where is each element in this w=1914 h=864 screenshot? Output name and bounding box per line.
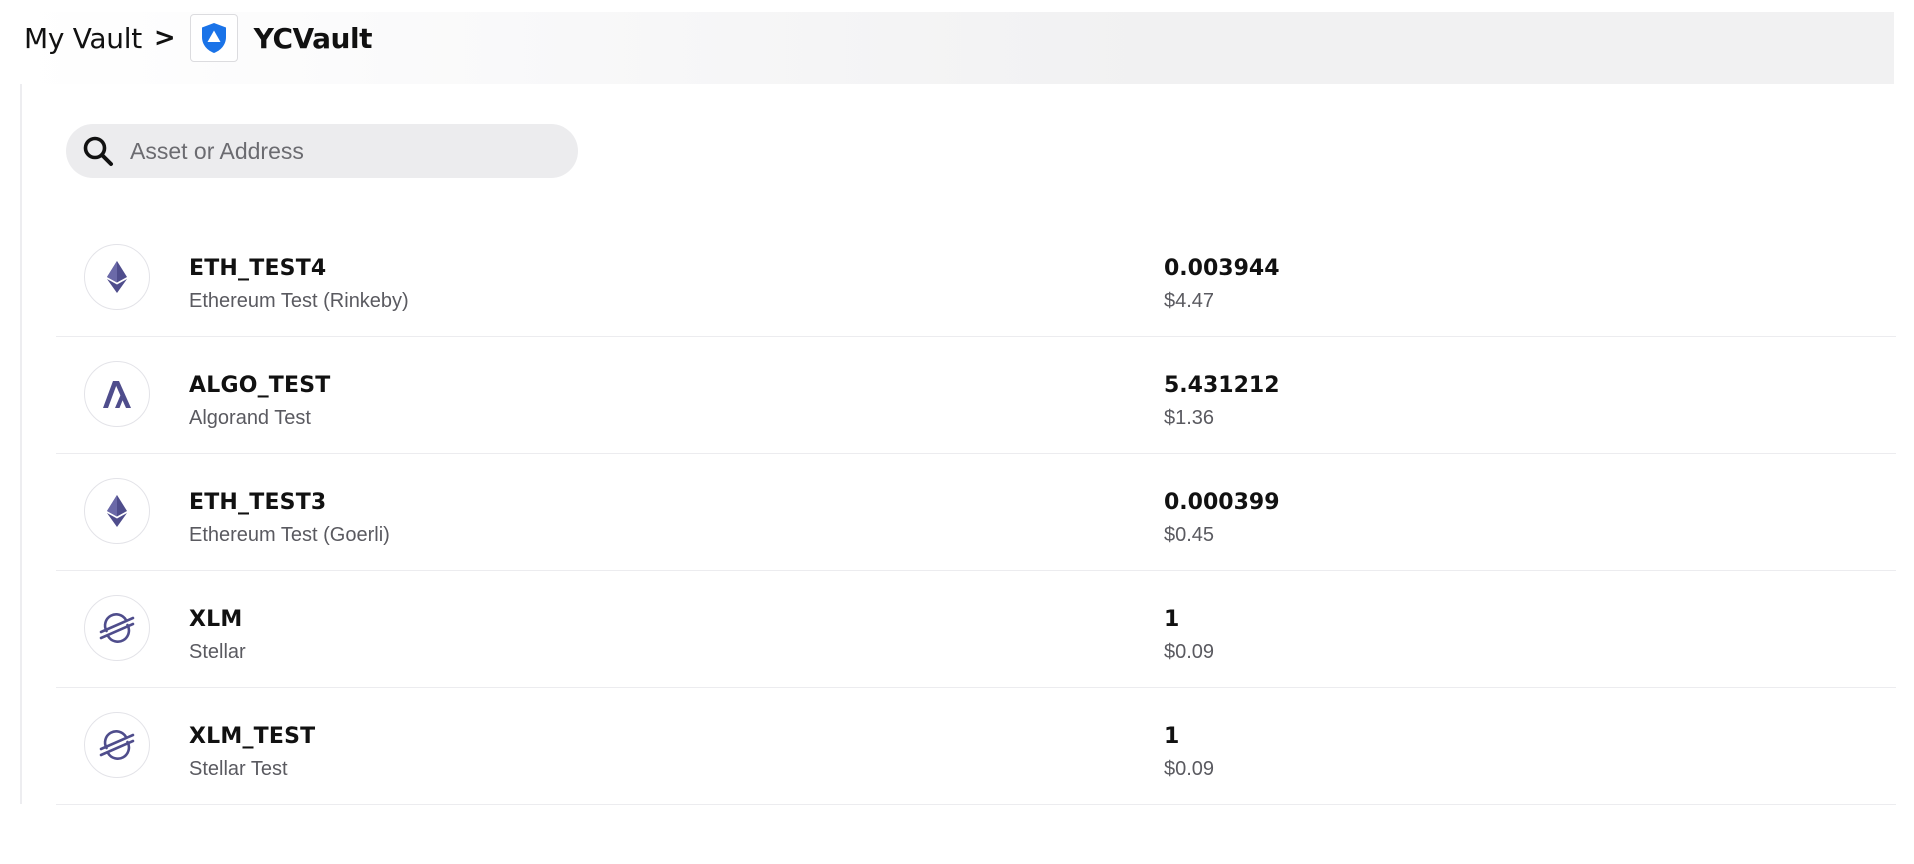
asset-row-eth-test4[interactable]: ETH_TEST4 Ethereum Test (Rinkeby) 0.0039… <box>56 220 1896 337</box>
search-icon <box>80 133 116 169</box>
asset-balance: 5.431212 <box>1164 373 1280 398</box>
asset-usd-value: $0.09 <box>1164 758 1215 780</box>
asset-name: Ethereum Test (Rinkeby) <box>189 290 409 312</box>
asset-row-algo-test[interactable]: ALGO_TEST Algorand Test 5.431212 $1.36 <box>56 337 1896 454</box>
asset-balance: 0.003944 <box>1164 256 1280 281</box>
asset-usd-value: $4.47 <box>1164 290 1215 312</box>
asset-row-eth-test3[interactable]: ETH_TEST3 Ethereum Test (Goerli) 0.00039… <box>56 454 1896 571</box>
asset-logo <box>84 478 150 544</box>
vault-name: YCVault <box>253 21 373 55</box>
asset-row-xlm-test[interactable]: XLM_TEST Stellar Test 1 $0.09 <box>56 688 1896 805</box>
asset-logo <box>84 244 150 310</box>
asset-name: Stellar <box>189 641 246 663</box>
asset-balance: 0.000399 <box>1164 490 1280 515</box>
stellar-icon <box>99 730 135 760</box>
asset-name: Algorand Test <box>189 407 311 429</box>
asset-name: Stellar Test <box>189 758 288 780</box>
vault-badge <box>189 14 238 62</box>
asset-balance: 1 <box>1164 724 1180 749</box>
vault-page: My Vault > YCVault Asset or Address ETH_… <box>0 0 1914 864</box>
ethereum-icon <box>107 261 127 293</box>
asset-row-xlm[interactable]: XLM Stellar 1 $0.09 <box>56 571 1896 688</box>
search-bar[interactable] <box>66 124 578 178</box>
asset-name: Ethereum Test (Goerli) <box>189 524 390 546</box>
stellar-icon <box>99 613 135 643</box>
breadcrumb-my-vault-link[interactable]: My Vault <box>24 22 142 55</box>
asset-usd-value: $0.09 <box>1164 641 1215 663</box>
breadcrumb: My Vault > YCVault <box>24 14 372 62</box>
asset-usd-value: $1.36 <box>1164 407 1215 429</box>
vault-content: ETH_TEST4 Ethereum Test (Rinkeby) 0.0039… <box>20 84 1896 805</box>
asset-logo <box>84 712 150 778</box>
asset-symbol: ETH_TEST4 <box>189 256 327 281</box>
breadcrumb-separator: > <box>153 23 176 53</box>
asset-symbol: ETH_TEST3 <box>189 490 327 515</box>
asset-usd-value: $0.45 <box>1164 524 1215 546</box>
asset-symbol: XLM <box>189 607 243 632</box>
asset-symbol: XLM_TEST <box>189 724 316 749</box>
shield-icon <box>201 23 226 53</box>
asset-list: ETH_TEST4 Ethereum Test (Rinkeby) 0.0039… <box>56 220 1896 805</box>
asset-symbol: ALGO_TEST <box>189 373 331 398</box>
search-input[interactable] <box>128 130 552 172</box>
asset-logo <box>84 595 150 661</box>
asset-balance: 1 <box>1164 607 1180 632</box>
algorand-icon <box>103 381 131 408</box>
asset-logo <box>84 361 150 427</box>
ethereum-icon <box>107 495 127 527</box>
